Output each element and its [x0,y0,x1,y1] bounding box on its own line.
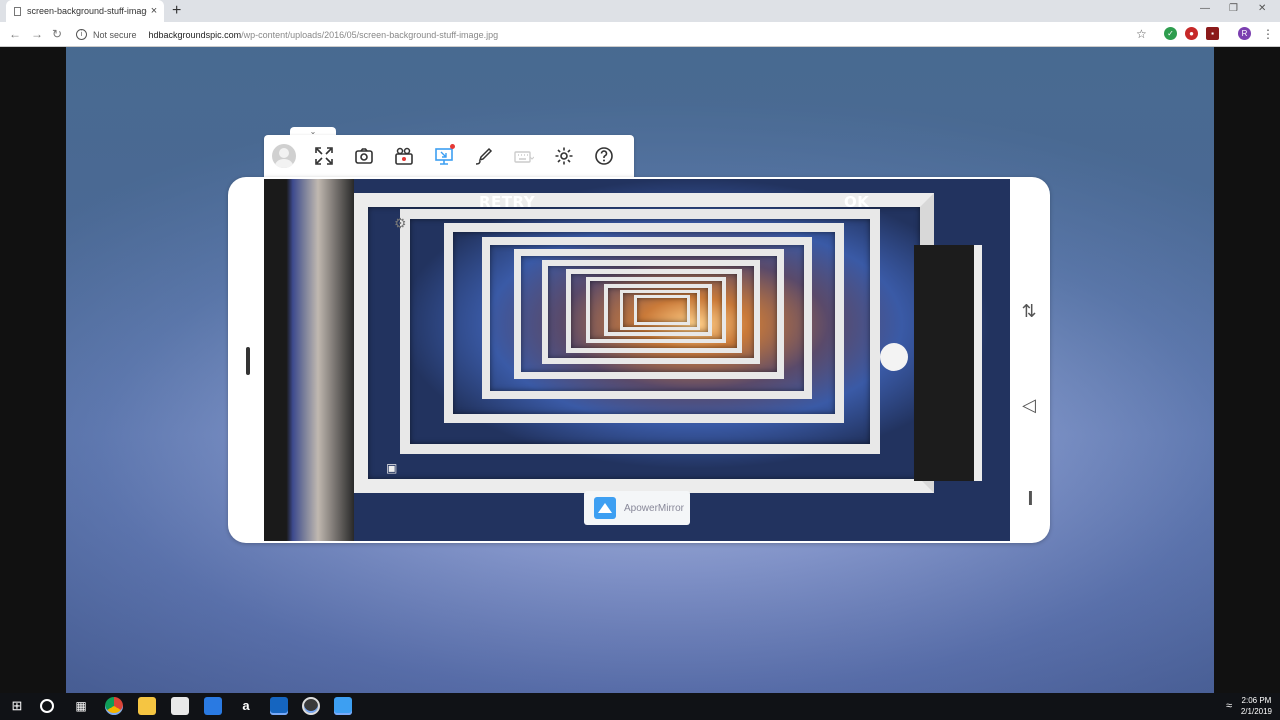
back-nav-icon[interactable]: ◁ [1020,395,1038,416]
security-label: Not secure [93,29,137,40]
screenshot-button[interactable] [344,135,384,177]
apowermirror-badge: ApowerMirror [584,491,690,525]
pdf-extension-icon[interactable]: ▪ [1206,27,1219,40]
restore-icon[interactable]: ❐ [1229,3,1238,14]
bookmark-star-icon[interactable]: ☆ [1136,27,1147,41]
fullscreen-button[interactable] [304,135,344,177]
clock-date: 2/1/2019 [1240,707,1272,716]
screen-cast-icon [435,148,453,165]
phone-speaker-icon [246,347,250,375]
tab-close-button[interactable]: × [147,5,161,17]
mirror-frame [634,295,690,325]
browser-tab[interactable]: screen-background-stuff-image.j × [6,0,164,22]
mirror-toolbar [264,135,634,177]
account-button[interactable] [264,135,304,177]
apowermirror-taskbar-icon[interactable] [334,697,352,715]
apowermirror-logo-icon [594,497,616,519]
ok-button[interactable]: OK [844,193,869,211]
address-bar: ← → ↻ i Not secure hdbackgroundspic.com … [0,22,1280,47]
dropbox-icon[interactable] [204,697,222,715]
phone-screen[interactable]: RETRY OK ⚙ ▣ ApowerMirror [264,179,1010,541]
start-icon[interactable]: ⊞ [8,697,26,715]
help-button[interactable] [584,135,624,177]
url-path: /wp-content/uploads/2016/05/screen-backg… [241,29,499,40]
keyboard-button[interactable] [504,135,544,177]
forward-icon[interactable]: → [31,27,43,41]
apowermirror-label: ApowerMirror [624,502,685,514]
tab-title: screen-background-stuff-image.j [27,6,147,16]
gear-icon [555,147,573,165]
rotate-icon[interactable]: ⇅ [1020,301,1038,322]
window-close-icon[interactable]: ✕ [1258,3,1266,14]
tab-strip: screen-background-stuff-image.j × + — ❐ … [0,0,1280,22]
menu-icon[interactable]: ⋮ [1262,27,1274,41]
reload-icon[interactable]: ↻ [52,27,62,41]
search-icon[interactable] [40,699,54,713]
file-explorer-icon[interactable] [138,697,156,715]
recent-apps-icon[interactable]: ||| [1020,489,1038,506]
camera-preview: RETRY OK ⚙ ▣ ApowerMirror [354,179,1010,541]
settings-button[interactable] [544,135,584,177]
taskbar: ⊞ ▦ a ≈ 2:06 PM 2/1/2019 [0,693,1280,720]
url-field[interactable]: i Not secure hdbackgroundspic.com /wp-co… [76,25,498,44]
extension-check-icon[interactable]: ✓ [1164,27,1177,40]
task-view-icon[interactable]: ▦ [72,697,90,715]
info-icon[interactable]: i [76,29,87,40]
minimize-icon[interactable]: — [1200,3,1210,14]
obs-icon[interactable] [302,697,320,715]
screen-cast-button[interactable] [424,135,464,177]
camera-icon [355,148,373,164]
url-host: hdbackgroundspic.com [148,29,242,40]
shutter-button-icon [880,343,908,371]
avatar [272,144,296,168]
retry-button[interactable]: RETRY [479,193,535,211]
system-clock[interactable]: 2:06 PM 2/1/2019 [1241,695,1272,717]
camera-side-bar [914,245,982,481]
video-record-icon [395,147,413,165]
draw-button[interactable] [464,135,504,177]
file-icon [14,6,21,16]
camera-preview-edge [264,179,354,541]
help-icon [595,147,613,165]
gear-icon: ⚙ [394,215,407,231]
clock-time: 2:06 PM [1241,696,1272,705]
phone-frame: RETRY OK ⚙ ▣ ApowerMirror ⇅ ◁ ||| [228,177,1050,543]
page-viewport: ⌄ RETRY OK ⚙ ▣ ApowerMirror ⇅ ◁ ||| [0,47,1280,693]
amazon-icon[interactable]: a [237,697,255,715]
adblock-icon[interactable]: ● [1185,27,1198,40]
record-button[interactable] [384,135,424,177]
fullscreen-icon [315,147,333,165]
brush-icon [475,147,493,165]
network-icon[interactable]: ≈ [1220,697,1238,715]
notification-dot [450,144,455,149]
keyboard-icon [514,151,534,163]
chrome-icon[interactable] [105,697,123,715]
back-icon[interactable]: ← [9,27,21,41]
profile-avatar[interactable]: R [1238,27,1251,40]
new-tab-button[interactable]: + [172,2,181,20]
camera-icon: ▣ [386,461,398,475]
outlook-icon[interactable] [270,697,288,715]
store-icon[interactable] [171,697,189,715]
